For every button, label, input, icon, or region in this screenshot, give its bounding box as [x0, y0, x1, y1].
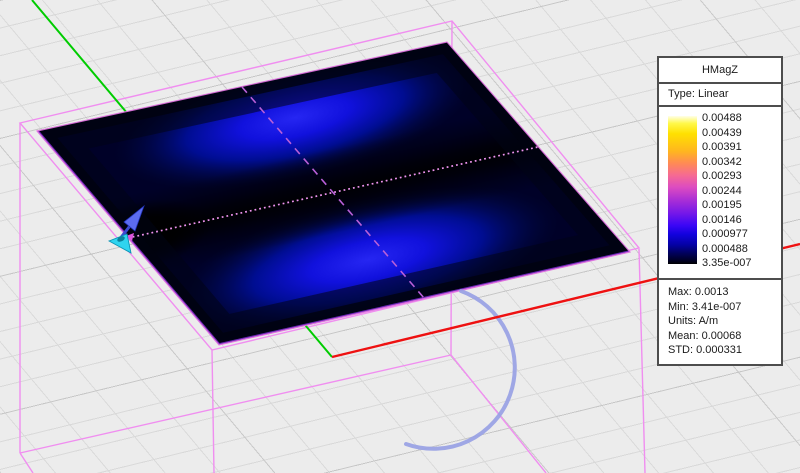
- legend-color-scale: 0.00488 0.00439 0.00391 0.00342 0.00293 …: [659, 107, 781, 280]
- scale-value: 0.00146: [702, 213, 742, 226]
- legend-scale-type: Type: Linear: [659, 84, 781, 107]
- legend-scale-values: 0.00488 0.00439 0.00391 0.00342 0.00293 …: [702, 112, 752, 270]
- 3d-viewport[interactable]: HMagZ Type: Linear 0.00488 0.00439 0.003…: [0, 0, 800, 473]
- scale-value: 0.00439: [702, 126, 742, 139]
- box-bottom-edges: [19, 354, 547, 473]
- scale-value: 0.00244: [702, 184, 742, 197]
- field-legend-panel[interactable]: HMagZ Type: Linear 0.00488 0.00439 0.003…: [657, 56, 783, 366]
- scale-value: 0.00195: [702, 199, 742, 211]
- legend-colorbar: [668, 116, 697, 264]
- stat-max: Max: 0.0013: [668, 286, 729, 298]
- arc-curve: [404, 289, 517, 451]
- stat-units: Units: A/m: [668, 315, 719, 328]
- box-vertical-edge-south: [211, 349, 215, 473]
- legend-title: HMagZ: [659, 58, 781, 84]
- stat-std: STD: 0.000331: [668, 344, 742, 357]
- field-plot-surface: [35, 41, 632, 346]
- scale-value: 0.00488: [702, 112, 742, 124]
- stat-mean: Mean: 0.00068: [668, 329, 742, 342]
- scale-value: 0.00391: [702, 141, 742, 153]
- scale-value: 3.35e-007: [702, 257, 752, 269]
- legend-statistics: Max: 0.0013 Min: 3.41e-007 Units: A/m Me…: [659, 280, 781, 364]
- scale-value: 0.000977: [702, 228, 748, 240]
- scale-value: 0.00342: [702, 155, 742, 168]
- stat-min: Min: 3.41e-007: [668, 300, 742, 313]
- scale-value: 0.00293: [702, 170, 742, 182]
- scale-value: 0.000488: [702, 242, 748, 255]
